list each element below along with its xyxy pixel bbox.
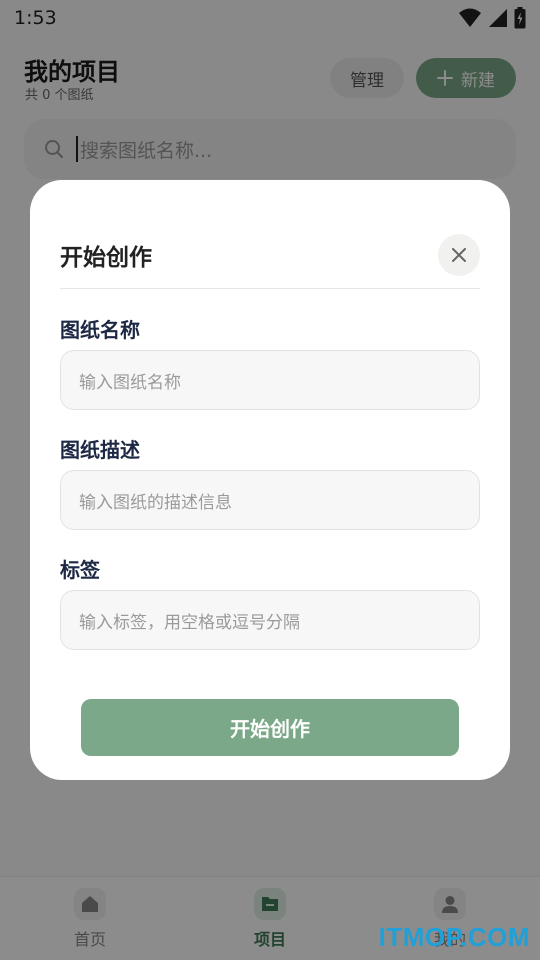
name-placeholder: 输入图纸名称: [79, 372, 181, 393]
name-label: 图纸名称: [60, 318, 140, 342]
tags-field[interactable]: 输入标签，用空格或逗号分隔: [60, 590, 480, 650]
description-label: 图纸描述: [60, 438, 140, 462]
description-field[interactable]: 输入图纸的描述信息: [60, 470, 480, 530]
start-create-button[interactable]: 开始创作: [81, 699, 459, 756]
close-icon: [452, 248, 466, 262]
dialog-divider: [60, 288, 480, 289]
create-dialog: 开始创作 图纸名称 输入图纸名称 图纸描述 输入图纸的描述信息 标签 输入标签，…: [30, 180, 510, 780]
tags-placeholder: 输入标签，用空格或逗号分隔: [79, 612, 300, 633]
tags-label: 标签: [60, 558, 100, 582]
description-placeholder: 输入图纸的描述信息: [79, 492, 232, 513]
close-button[interactable]: [438, 234, 480, 276]
watermark: ITMOP.COM: [378, 922, 530, 952]
name-field[interactable]: 输入图纸名称: [60, 350, 480, 410]
dialog-title: 开始创作: [60, 245, 152, 271]
